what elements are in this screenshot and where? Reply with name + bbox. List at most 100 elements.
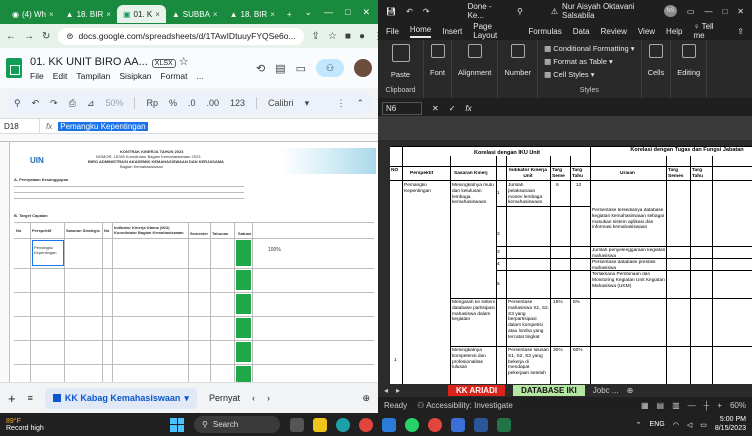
all-sheets-icon[interactable]: ≡ [28,393,33,403]
doc-title[interactable]: 01. KK UNIT BIRO AA... XLSX ☆ [30,55,204,68]
percent-button[interactable]: % [169,98,177,108]
editing-group[interactable]: Editing [671,40,708,98]
maximize-icon[interactable]: □ [722,7,727,16]
taskbar-search[interactable]: ⚲ Search [194,416,280,433]
redo-icon[interactable]: ↷ [50,98,58,109]
tab-review[interactable]: Review [601,27,627,36]
battery-icon[interactable]: ▭ [700,421,707,429]
name-box[interactable]: N6 [382,101,422,115]
cell-styles-button[interactable]: ▦ Cell Styles ▾ [544,70,635,79]
font-group[interactable]: Font [424,40,453,98]
tab-help[interactable]: Help [666,27,682,36]
redo-icon[interactable]: ↷ [423,7,430,16]
sheet-tab-database-iki[interactable]: DATABASE IKI [513,385,585,396]
print-icon[interactable]: ⎙ [69,98,76,109]
star-icon[interactable]: ☆ [179,56,189,68]
comment-icon[interactable]: ▤ [275,62,285,75]
maximize-icon[interactable]: □ [345,7,350,18]
close-icon[interactable]: ✕ [362,7,370,18]
menu-format[interactable]: Format [161,71,188,81]
windows-start-icon[interactable] [170,417,184,432]
file-explorer-icon[interactable] [313,417,327,432]
close-icon[interactable]: × [155,10,160,19]
zoom-slider[interactable]: ┼ [704,401,710,410]
fx-icon[interactable]: fx [465,104,471,113]
tab-sheets-active[interactable]: ▣ 01. K × [116,5,166,23]
more-icon[interactable]: ⋮ [336,98,345,109]
close-icon[interactable]: × [213,10,218,19]
menu-more[interactable]: ... [196,71,203,81]
url-input[interactable]: ⊜ docs.google.com/spreadsheets/d/1TAwIDt… [58,27,304,45]
chevron-down-icon[interactable]: ⌄ [304,7,312,18]
tab-home[interactable]: Home [409,25,432,38]
store-icon[interactable] [451,417,465,432]
search-icon[interactable]: ⚲ [14,98,21,109]
app-icon[interactable] [382,417,396,432]
tell-me[interactable]: ♀ Tell me [694,22,727,40]
reload-icon[interactable]: ↻ [42,31,50,42]
increase-decimal-button[interactable]: .00 [207,98,220,108]
ribbon-display-icon[interactable]: ▭ [687,7,695,16]
close-icon[interactable]: × [106,10,111,19]
number-group[interactable]: Number [498,40,539,98]
avatar[interactable] [354,59,372,77]
share-button[interactable]: ⚇ [316,59,344,77]
minimize-icon[interactable]: — [704,7,712,16]
language-indicator[interactable]: ENG [650,421,665,428]
chevron-right-icon[interactable]: ▸ [396,386,400,395]
page-break-icon[interactable]: ▥ [672,401,680,410]
cells-group[interactable]: Cells [642,40,672,98]
sheet-tab-next[interactable]: Pernyat [209,393,240,403]
add-sheet-icon[interactable]: ⊕ [627,386,634,395]
clock[interactable]: 5:00 PM 8/15/2023 [715,416,746,433]
number-format-button[interactable]: 123 [230,98,245,108]
sheet-tab-active[interactable]: KK Kabag Kemahasiswaan ▾ [44,387,197,409]
sheets-logo-icon[interactable] [6,58,22,78]
search-icon[interactable]: ⚲ [517,7,523,16]
zoom-level[interactable]: 60% [730,401,746,410]
sheet-tab-kk-ariadi[interactable]: KK ARIADI [448,385,506,396]
font-select[interactable]: Calibri [268,98,294,108]
chrome-icon[interactable] [428,417,442,432]
user-account[interactable]: ⚠ Nur Aisyah Oktavani Salsabila NS [551,2,677,20]
tab-formulas[interactable]: Formulas [528,27,561,36]
formula-input[interactable]: Pemangku Kepentingan [58,121,148,131]
task-view-icon[interactable] [290,417,304,432]
cell-reference[interactable]: D18 [0,119,40,133]
close-icon[interactable]: × [270,10,275,19]
undo-icon[interactable]: ↶ [406,7,413,16]
wifi-icon[interactable]: ◠ [673,421,679,429]
zoom-in-icon[interactable]: + [717,401,722,410]
undo-icon[interactable]: ↶ [32,98,40,109]
menu-edit[interactable]: Edit [53,71,68,81]
chevron-right-icon[interactable]: › [267,393,270,403]
close-icon[interactable]: × [49,10,54,19]
word-icon[interactable] [474,417,488,432]
page-layout-icon[interactable]: ▤ [657,401,665,410]
extensions-icon[interactable]: ■ [345,31,351,42]
paste-icon[interactable] [391,44,410,62]
meet-icon[interactable]: ▭ [296,62,306,75]
excel-icon[interactable] [497,417,511,432]
tab-drive-3[interactable]: ▲ 18. BIR × [224,5,281,23]
minimize-icon[interactable]: — [324,7,333,18]
menu-insert[interactable]: Sisipkan [119,71,151,81]
tab-drive-2[interactable]: ▲ SUBBA × [166,5,224,23]
tab-view[interactable]: View [638,27,655,36]
conditional-formatting-button[interactable]: ▦ Conditional Formatting ▾ [544,44,635,53]
menu-view[interactable]: Tampilan [76,71,110,81]
paste-button[interactable]: Paste [391,70,410,79]
site-info-icon[interactable]: ⊜ [66,31,73,42]
chevron-left-icon[interactable]: ◂ [384,386,388,395]
new-tab-button[interactable]: + [281,5,298,23]
chevron-up-icon[interactable]: ⌃ [636,421,642,429]
decrease-decimal-button[interactable]: .0 [188,98,196,108]
zoom-select[interactable]: 50% [105,98,123,108]
volume-icon[interactable]: ◁ [687,421,692,429]
edge-icon[interactable] [336,417,350,432]
forward-icon[interactable]: → [24,31,34,42]
explore-icon[interactable]: ⊕ [362,393,370,404]
chevron-left-icon[interactable]: ‹ [252,393,255,403]
excel-grid[interactable]: Korelasi dengan IKU Unit Korelasi dengan… [390,146,752,384]
close-icon[interactable]: ✕ [737,7,744,16]
